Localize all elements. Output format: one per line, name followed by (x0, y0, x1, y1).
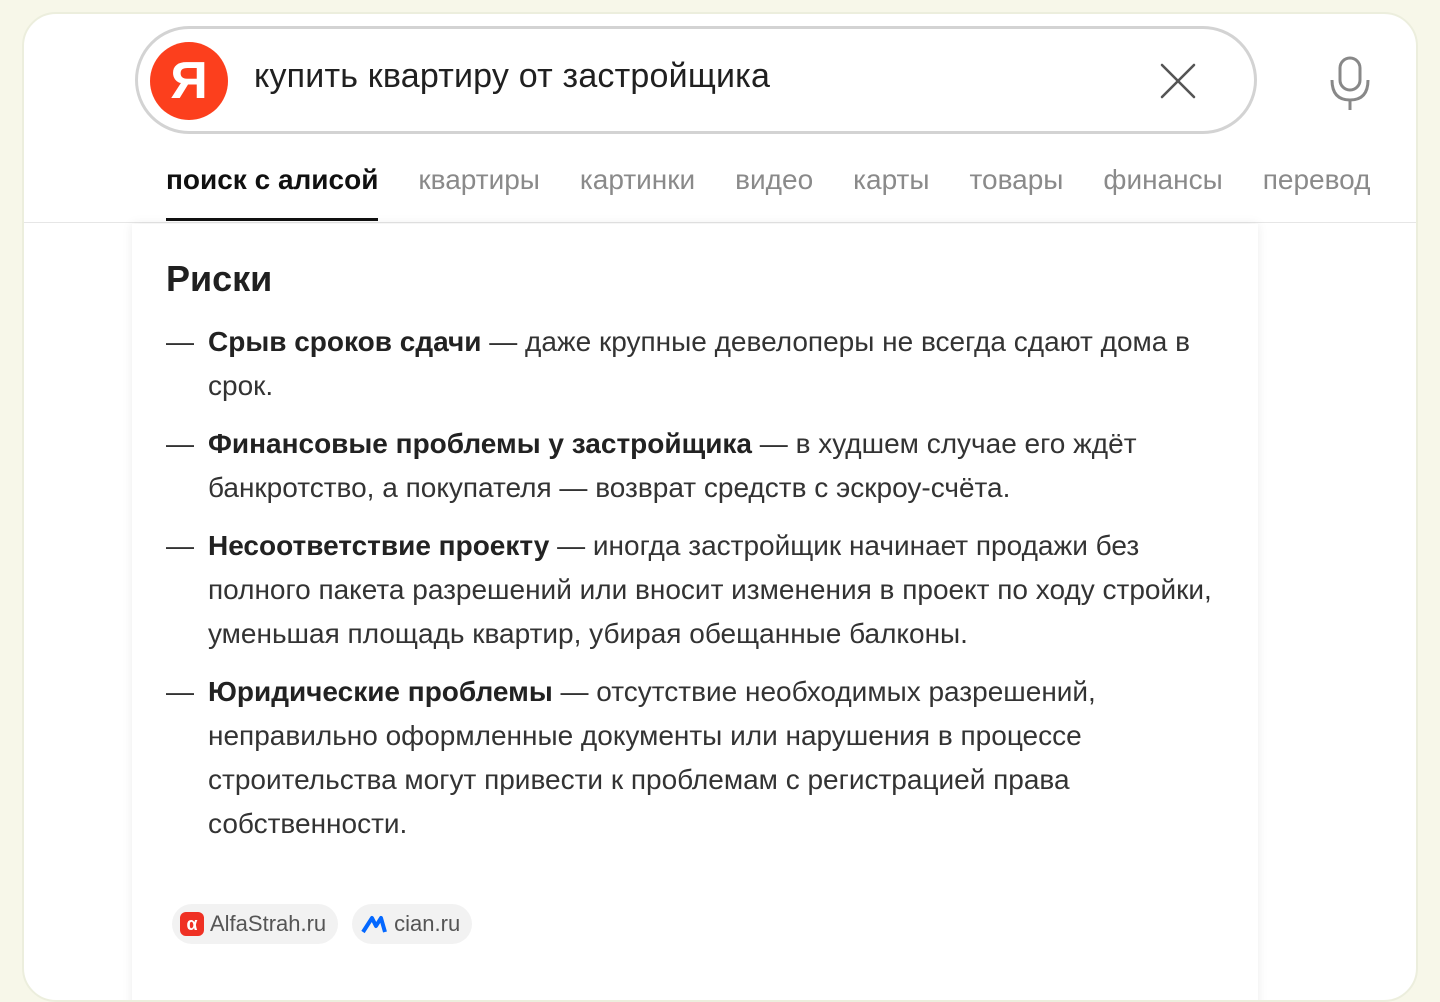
tab-finance[interactable]: финансы (1103, 160, 1222, 224)
source-chip-alfastrah[interactable]: α AlfaStrah.ru (172, 904, 339, 944)
yandex-logo-icon[interactable]: Я (150, 42, 228, 120)
browser-frame: Я купить квартиру от застройщика поиск с… (22, 12, 1418, 1002)
list-item: — Срыв сроков сдачи — даже крупные девел… (166, 320, 1236, 408)
source-chip-cian[interactable]: cian.ru (352, 904, 473, 944)
tab-maps[interactable]: карты (853, 160, 929, 224)
close-icon[interactable] (1158, 61, 1198, 101)
answer-card: Риски — Срыв сроков сдачи — даже крупные… (132, 224, 1258, 1000)
risk-list: — Срыв сроков сдачи — даже крупные девел… (166, 320, 1236, 860)
tab-translate[interactable]: перевод (1263, 160, 1371, 224)
risk-term: Несоответствие проекту (208, 530, 550, 561)
search-tabs: поиск с алисой квартиры картинки видео к… (166, 160, 1410, 224)
list-dash: — (166, 676, 194, 707)
list-item: — Несоответствие проекту — иногда застро… (166, 524, 1236, 656)
tab-apartments[interactable]: квартиры (418, 160, 540, 224)
alfa-logo-icon: α (180, 912, 204, 936)
list-item: — Юридические проблемы — отсутствие необ… (166, 670, 1236, 846)
list-dash: — (166, 530, 194, 561)
list-dash: — (166, 428, 194, 459)
risk-term: Юридические проблемы (208, 676, 553, 707)
tab-images[interactable]: картинки (580, 160, 695, 224)
microphone-icon[interactable] (1326, 54, 1374, 112)
tab-products[interactable]: товары (969, 160, 1063, 224)
source-label: AlfaStrah.ru (210, 911, 327, 936)
search-bar[interactable]: Я купить квартиру от застройщика (135, 26, 1257, 134)
risk-term: Финансовые проблемы у застройщика (208, 428, 753, 459)
tabs-divider (24, 222, 1416, 223)
tab-alice-search[interactable]: поиск с алисой (166, 160, 379, 224)
tab-video[interactable]: видео (735, 160, 813, 224)
list-dash: — (166, 326, 194, 357)
source-links: α AlfaStrah.ru cian.ru (172, 904, 486, 944)
section-title: Риски (166, 258, 273, 299)
list-item: — Финансовые проблемы у застройщика — в … (166, 422, 1236, 510)
risk-term: Срыв сроков сдачи (208, 326, 482, 357)
source-label: cian.ru (394, 911, 461, 936)
cian-logo-icon (361, 916, 388, 934)
search-input[interactable]: купить квартиру от застройщика (254, 57, 770, 96)
